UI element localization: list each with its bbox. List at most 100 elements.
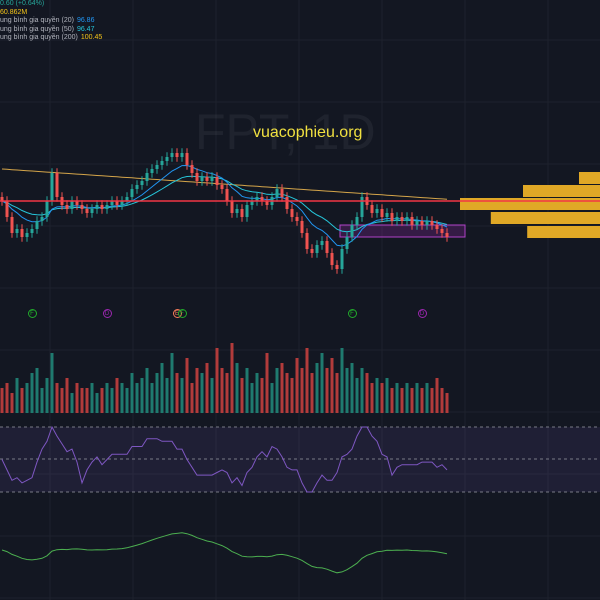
volume-bar [435,378,439,413]
candle [370,205,374,213]
candle [415,221,419,225]
event-marker-f[interactable]: F [27,309,37,318]
volume-bar [415,383,419,413]
candle [425,221,429,225]
volume-bar [75,383,79,413]
volume-bar [45,378,49,413]
event-marker-f[interactable]: F [177,309,187,318]
volume-bar [250,383,254,413]
candle [210,177,214,181]
ma-value: 96.86 [76,17,95,24]
candle [180,153,184,157]
candle [315,245,319,253]
candle [65,205,69,209]
legend-ma-50[interactable]: ung bình gia quyền (50) 96.47 [0,26,102,35]
event-marker-d[interactable]: D [417,309,427,318]
volume-bar [345,368,349,413]
legend-change: 0.60 (+0.64%) [0,0,45,7]
volume-bar [430,388,434,413]
volume-bar [330,358,334,413]
volume-bar [105,383,109,413]
volume-bar [205,363,209,413]
candle [405,217,409,221]
volume-bar [400,388,404,413]
volume-profile-bar [579,172,600,184]
candle [25,233,29,237]
candle [225,189,229,201]
volume-bar [350,363,354,413]
event-marker-d[interactable]: D [102,309,112,318]
candle [45,201,49,217]
candle [30,229,34,233]
candle [240,209,244,217]
ma-value: 96.47 [76,25,95,33]
volume-bar [100,388,104,413]
volume-bar [30,373,34,413]
volume-bar [235,363,239,413]
volume-bar [395,383,399,413]
ma-value: 100.45 [80,34,103,41]
volume-bar [25,383,29,413]
volume-bar [55,383,59,413]
volume-bar [90,383,94,413]
volume-bar [260,378,264,413]
candle [215,177,219,185]
candle [245,205,249,217]
volume-bar [95,393,99,413]
volume-bar [160,363,164,413]
volume-bar [405,383,409,413]
candle [55,173,59,197]
candle [190,165,194,173]
volume-bar [195,368,199,413]
candle [105,205,109,209]
volume-bar [310,373,314,413]
candle [280,189,284,197]
volume-bar [230,343,234,413]
volume-bar [285,373,289,413]
volume-bar [85,388,89,413]
volume-bar [200,373,204,413]
volume-bar [335,373,339,413]
candle [390,213,394,221]
volume-bar [180,378,184,413]
candle [200,177,204,181]
volume-bar [255,373,259,413]
candle [5,201,9,217]
volume-bar [360,368,364,413]
volume-bar [20,388,24,413]
volume-bar [115,378,119,413]
event-marker-f[interactable]: F [347,309,357,318]
volume-bar [410,388,414,413]
ma-label: ung bình gia quyền (50) [0,25,74,33]
volume-bar [355,378,359,413]
candle [440,229,444,233]
volume-bar [290,378,294,413]
ma-label: ung bình gia quyền (200) [0,34,78,41]
candle [80,205,84,209]
legend-ma-200[interactable]: ung bình gia quyền (200) 100.45 [0,34,102,43]
candle [360,197,364,217]
volume-profile-bar [460,198,600,210]
candle [400,217,404,221]
volume-bar [175,373,179,413]
candle [100,205,104,209]
volume-bar [315,363,319,413]
candle [170,153,174,157]
volume-bar [215,348,219,413]
price-chart[interactable] [0,0,600,600]
candle [310,249,314,253]
volume-bar [240,378,244,413]
volume-bar [150,383,154,413]
legend-ma-20[interactable]: ung bình gia quyền (20) 96.86 [0,17,102,26]
volume-bar [120,383,124,413]
candle [235,209,239,213]
volume-bar [325,368,329,413]
ma-200-line [1,168,448,200]
volume-bar [210,378,214,413]
legend-volume: 60.862M [0,8,28,16]
volume-bar [35,368,39,413]
oscillator-line [1,532,448,574]
candle [130,189,134,197]
volume-bar [10,393,14,413]
candle [295,217,299,221]
